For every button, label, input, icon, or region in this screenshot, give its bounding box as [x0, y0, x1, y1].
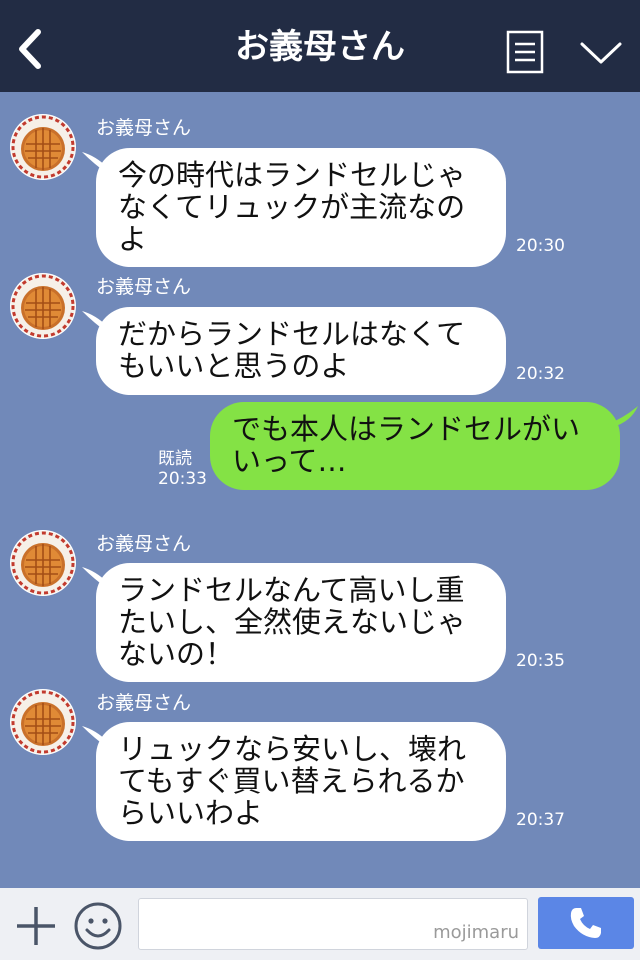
read-receipt: 既読: [158, 449, 192, 469]
avatar[interactable]: [10, 114, 76, 180]
message-bubble[interactable]: リュックなら安いし、壊れ てもすぐ買い替えられるか らいいわよ: [96, 722, 506, 841]
input-bar: mojimaru: [0, 888, 640, 960]
message-time: 20:30: [516, 236, 565, 256]
avatar[interactable]: [10, 530, 76, 596]
menu-button[interactable]: [506, 30, 544, 74]
plus-icon: [17, 907, 55, 945]
chevron-down-icon: [580, 42, 622, 64]
message-bubble[interactable]: 今の時代はランドセルじゃ なくてリュックが主流なの よ: [96, 148, 506, 267]
message-time: 20:32: [516, 364, 565, 384]
message-time: 20:33: [158, 469, 207, 489]
header-bar: お義母さん: [0, 0, 640, 92]
chat-screen: お義母さん お義母さん 今の時代はランドセルじゃ なくてリュックが主流なの よ …: [0, 0, 640, 960]
message-bubble[interactable]: だからランドセルはなくて もいいと思うのよ: [96, 307, 506, 395]
sender-name: お義母さん: [96, 692, 192, 714]
bubble-tail: [608, 406, 638, 428]
message-bubble[interactable]: ランドセルなんて高いし重 たいし、全然使えないじゃ ないの！: [96, 563, 506, 682]
message-bubble[interactable]: でも本人はランドセルがい いって…: [210, 402, 620, 490]
emoji-button[interactable]: [72, 900, 124, 952]
menu-icon: [506, 30, 544, 74]
watermark-text: mojimaru: [433, 922, 519, 943]
message-time: 20:37: [516, 810, 565, 830]
emoji-icon: [74, 902, 122, 950]
avatar[interactable]: [10, 273, 76, 339]
call-button[interactable]: [538, 897, 634, 949]
phone-icon: [570, 908, 601, 938]
sender-name: お義母さん: [96, 533, 192, 555]
message-input[interactable]: mojimaru: [138, 898, 528, 950]
avatar[interactable]: [10, 689, 76, 755]
dropdown-button[interactable]: [578, 36, 624, 70]
chat-title: お義母さん: [235, 27, 405, 67]
sender-name: お義母さん: [96, 276, 192, 298]
add-button[interactable]: [14, 904, 58, 948]
message-time: 20:35: [516, 651, 565, 671]
sender-name: お義母さん: [96, 117, 192, 139]
